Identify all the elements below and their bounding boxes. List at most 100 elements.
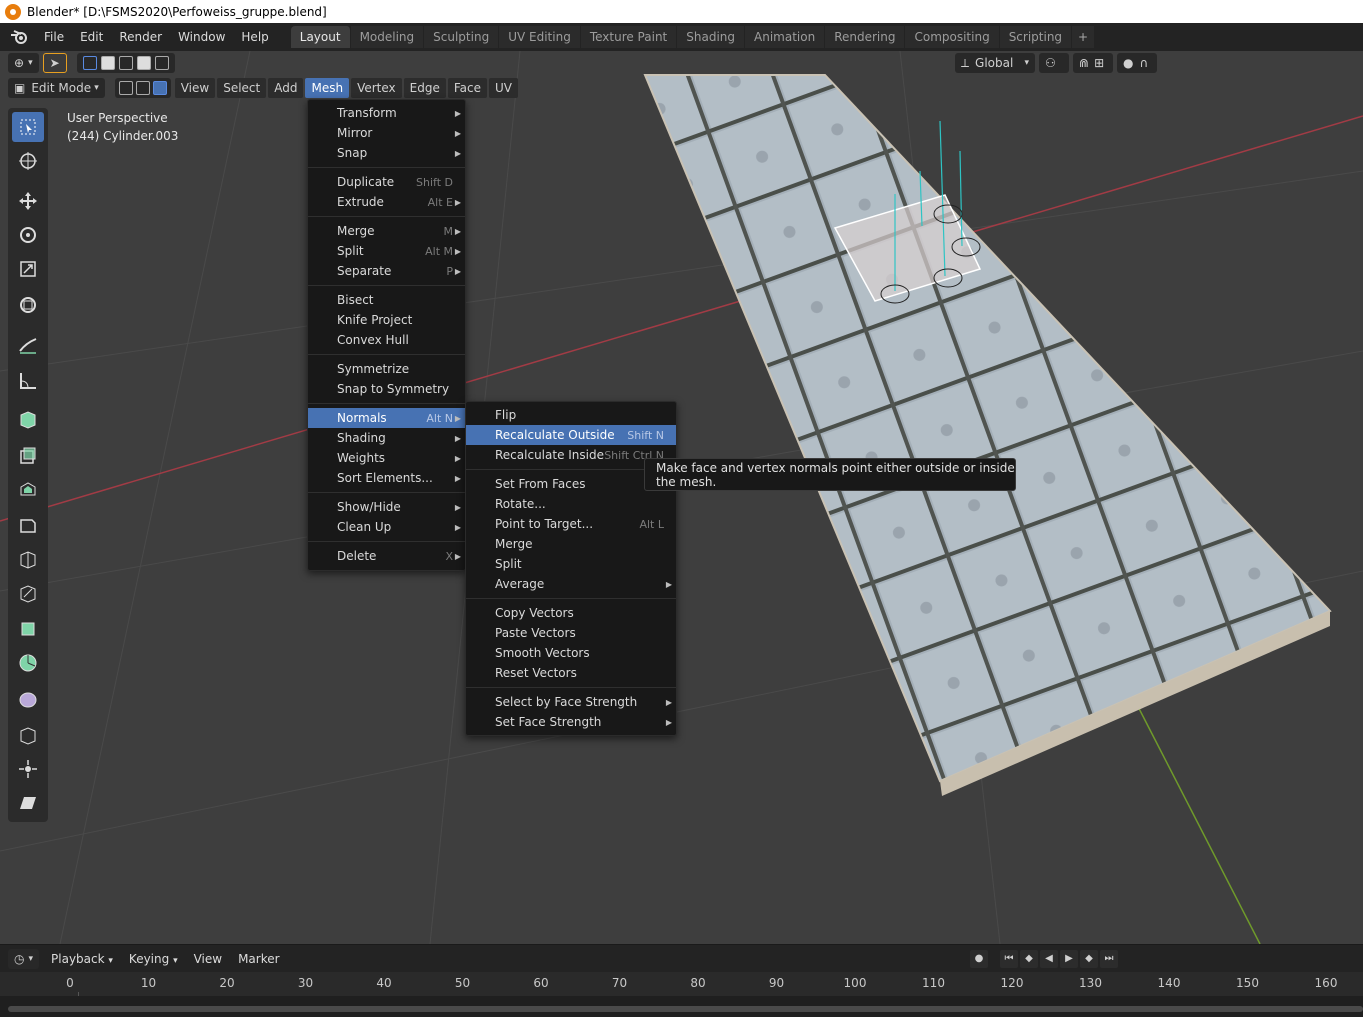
mesh-menu-item-show-hide[interactable]: Show/Hide ▶	[308, 497, 465, 517]
normals-menu-item-reset-vectors[interactable]: Reset Vectors	[466, 663, 676, 683]
normals-menu-item-flip[interactable]: Flip	[466, 405, 676, 425]
mesh-menu-item-snap[interactable]: Snap ▶	[308, 143, 465, 163]
blender-menu-icon[interactable]	[6, 26, 32, 48]
play-button[interactable]: ▶	[1060, 949, 1078, 968]
menu-add[interactable]: Add	[268, 78, 304, 98]
move-tool[interactable]	[12, 186, 44, 216]
edge-select-icon[interactable]	[135, 81, 150, 95]
normals-menu-item-merge[interactable]: Merge	[466, 534, 676, 554]
prev-keyframe-button[interactable]: ◆	[1020, 949, 1038, 968]
menu-mesh[interactable]: Mesh	[305, 78, 350, 98]
loop-cut-tool[interactable]	[12, 544, 44, 574]
mesh-menu-item-shading[interactable]: Shading ▶	[308, 428, 465, 448]
record-button[interactable]: ●	[970, 949, 988, 968]
jump-start-button[interactable]: ⏮	[1000, 949, 1018, 968]
select-extend-icon[interactable]	[100, 56, 115, 70]
select-new-icon[interactable]	[82, 56, 97, 70]
mesh-menu-item-sort-elements[interactable]: Sort Elements... ▶	[308, 468, 465, 488]
tab-modeling[interactable]: Modeling	[350, 26, 425, 48]
mesh-menu-item-transform[interactable]: Transform ▶	[308, 103, 465, 123]
mesh-menu-item-weights[interactable]: Weights ▶	[308, 448, 465, 468]
tab-animation[interactable]: Animation	[745, 26, 826, 48]
menu-select[interactable]: Select	[217, 78, 267, 98]
transform-tool[interactable]	[12, 290, 44, 320]
jump-end-button[interactable]: ⏭	[1100, 949, 1118, 968]
cursor-tool[interactable]	[12, 146, 44, 176]
tab-layout[interactable]: Layout	[290, 26, 351, 48]
poly-build-tool[interactable]	[12, 614, 44, 644]
select-intersect-icon[interactable]	[154, 56, 169, 70]
extrude-region-tool[interactable]	[12, 440, 44, 470]
tab-shading[interactable]: Shading	[677, 26, 745, 48]
normals-menu-item-set-face-strength[interactable]: Set Face Strength ▶	[466, 712, 676, 732]
menu-view[interactable]: View	[174, 78, 216, 98]
normals-menu-item-smooth-vectors[interactable]: Smooth Vectors	[466, 643, 676, 663]
menu-vertex[interactable]: Vertex	[351, 78, 402, 98]
menu-keying[interactable]: Keying ▾	[121, 948, 186, 970]
menu-file[interactable]: File	[36, 26, 72, 48]
next-keyframe-button[interactable]: ◆	[1080, 949, 1098, 968]
mesh-menu-item-merge[interactable]: Merge M ▶	[308, 221, 465, 241]
add-workspace-icon[interactable]: +	[1072, 26, 1095, 48]
mesh-menu-item-knife-project[interactable]: Knife Project	[308, 310, 465, 330]
mesh-menu-item-duplicate[interactable]: Duplicate Shift D	[308, 172, 465, 192]
mesh-menu-item-extrude[interactable]: Extrude Alt E ▶	[308, 192, 465, 212]
3d-viewport[interactable]	[0, 51, 1363, 944]
mesh-menu-item-convex-hull[interactable]: Convex Hull	[308, 330, 465, 350]
menu-timeline-view[interactable]: View	[186, 948, 230, 970]
tab-scripting[interactable]: Scripting	[999, 26, 1073, 48]
annotate-tool[interactable]	[12, 330, 44, 360]
normals-menu-item-copy-vectors[interactable]: Copy Vectors	[466, 603, 676, 623]
timeline-ruler[interactable]: 0 10 20 30 40 50 60 70 80 90 100 110 120 130 140 150 160	[0, 972, 1363, 1006]
tab-sculpting[interactable]: Sculpting	[424, 26, 500, 48]
menu-playback[interactable]: Playback ▾	[43, 948, 121, 970]
timeline-scroll-thumb[interactable]	[8, 1006, 1363, 1012]
vertex-select-icon[interactable]	[118, 81, 133, 95]
mesh-menu-item-bisect[interactable]: Bisect	[308, 290, 465, 310]
mode-dropdown[interactable]: ▣ Edit Mode ▾	[8, 78, 105, 98]
play-reverse-button[interactable]: ◀	[1040, 949, 1058, 968]
menu-face[interactable]: Face	[447, 78, 487, 98]
menu-render[interactable]: Render	[111, 26, 170, 48]
mesh-menu-item-symmetrize[interactable]: Symmetrize	[308, 359, 465, 379]
menu-window[interactable]: Window	[170, 26, 233, 48]
face-select-icon[interactable]	[152, 81, 167, 95]
add-cube-tool[interactable]	[12, 404, 44, 434]
menu-help[interactable]: Help	[233, 26, 276, 48]
mesh-menu-item-normals[interactable]: Normals Alt N ▶	[308, 408, 465, 428]
scale-tool[interactable]	[12, 254, 44, 284]
normals-menu-item-average[interactable]: Average ▶	[466, 574, 676, 594]
select-box-tool[interactable]	[12, 112, 44, 142]
menu-edge[interactable]: Edge	[403, 78, 446, 98]
menu-marker[interactable]: Marker	[230, 948, 287, 970]
transform-orientation-dropdown[interactable]: ⟂ Global ▾	[955, 53, 1035, 73]
spin-tool[interactable]	[12, 648, 44, 678]
mesh-menu-item-snap-to-symmetry[interactable]: Snap to Symmetry	[308, 379, 465, 399]
normals-menu-item-rotate[interactable]: Rotate...	[466, 494, 676, 514]
mesh-menu-item-delete[interactable]: Delete X ▶	[308, 546, 465, 566]
mesh-menu-item-separate[interactable]: Separate P ▶	[308, 261, 465, 281]
normals-menu-item-select-by-face-strength[interactable]: Select by Face Strength ▶	[466, 692, 676, 712]
tab-rendering[interactable]: Rendering	[825, 26, 906, 48]
normals-menu-item-recalculate-outside[interactable]: Recalculate Outside Shift N	[466, 425, 676, 445]
measure-tool[interactable]	[12, 366, 44, 396]
tab-uv-editing[interactable]: UV Editing	[499, 26, 581, 48]
rotate-tool[interactable]	[12, 220, 44, 250]
select-tweak-tool-button[interactable]: ➤	[42, 53, 67, 73]
select-subtract-icon[interactable]	[118, 56, 133, 70]
select-invert-icon[interactable]	[136, 56, 151, 70]
inset-faces-tool[interactable]	[12, 474, 44, 504]
mesh-menu-item-mirror[interactable]: Mirror ▶	[308, 123, 465, 143]
tab-texture-paint[interactable]: Texture Paint	[580, 26, 678, 48]
knife-tool[interactable]	[12, 578, 44, 608]
normals-menu-item-point-to-target[interactable]: Point to Target... Alt L	[466, 514, 676, 534]
shear-tool[interactable]	[12, 788, 44, 818]
edge-slide-tool[interactable]	[12, 720, 44, 750]
bevel-tool[interactable]	[12, 510, 44, 540]
snap-toggle[interactable]: ⋒ ⊞	[1073, 53, 1113, 73]
normals-menu-item-split[interactable]: Split	[466, 554, 676, 574]
timeline-scrollbar[interactable]	[0, 996, 1363, 1017]
timeline-editor-type[interactable]: ◷ ▾	[8, 948, 40, 969]
editor-type-dropdown[interactable]: ⊕ ▾	[8, 53, 39, 73]
pivot-point-dropdown[interactable]: ⚇	[1039, 53, 1069, 73]
